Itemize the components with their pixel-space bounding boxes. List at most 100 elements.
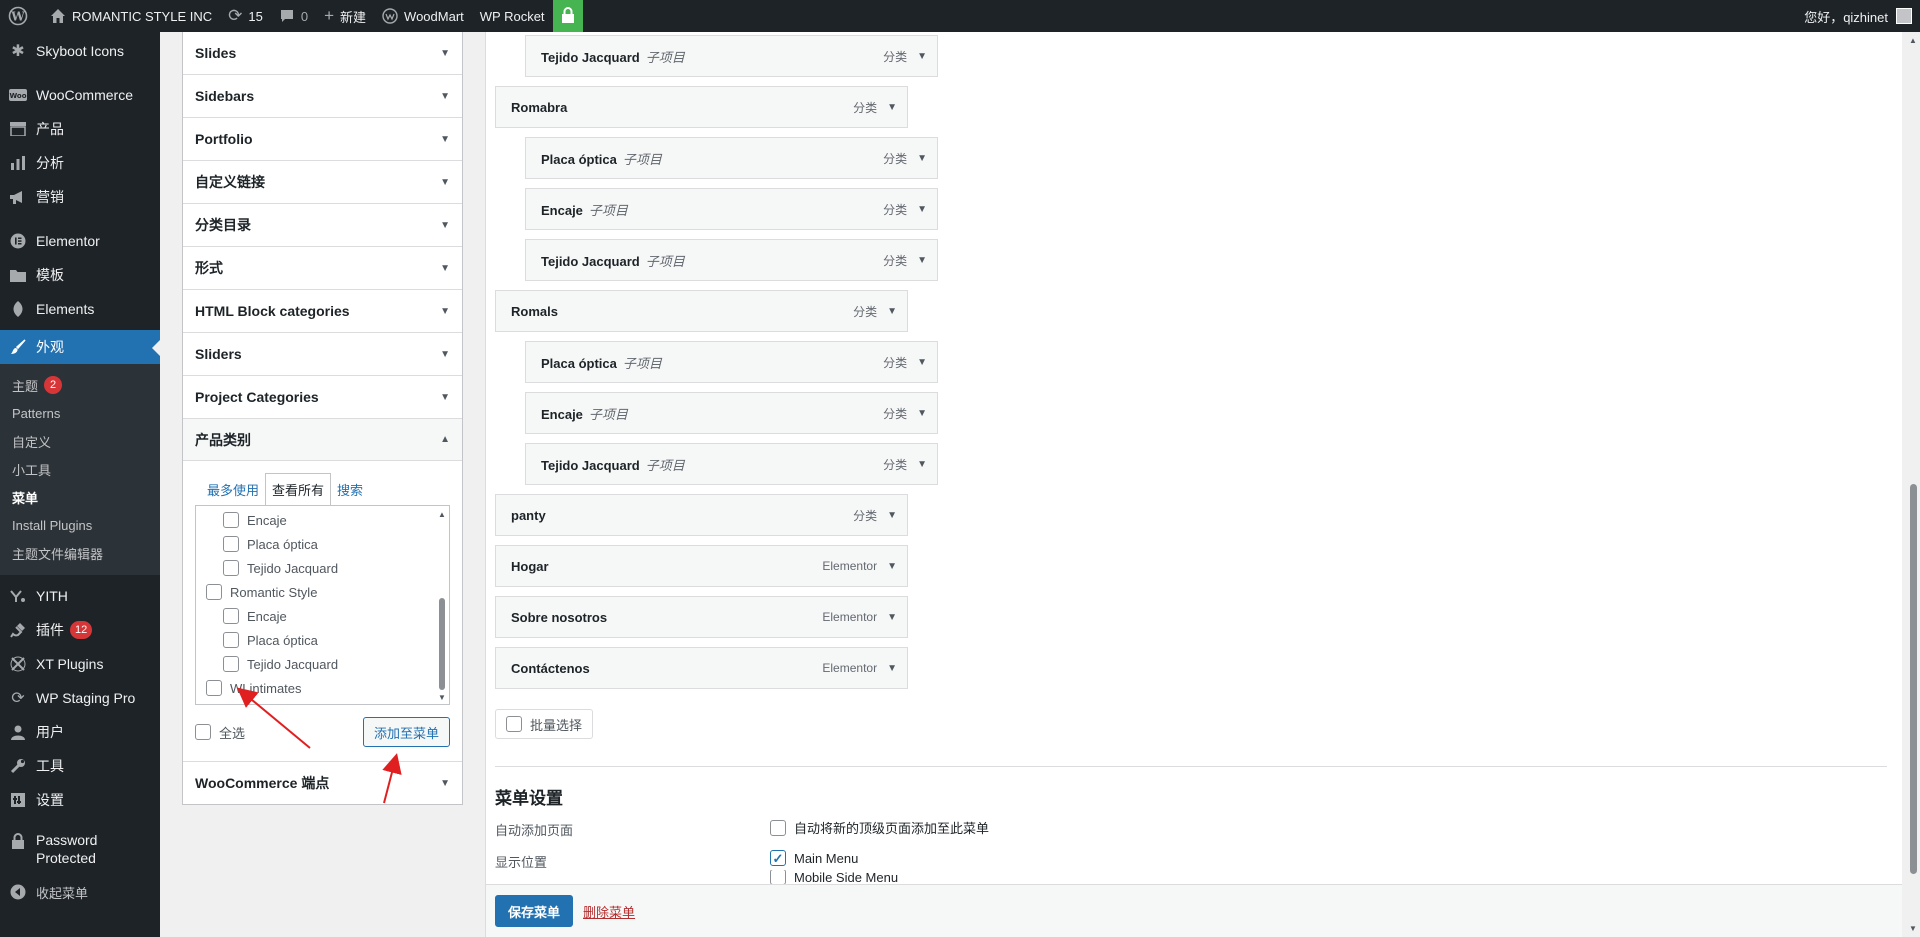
checklist-scrollbar[interactable]: ▲ ▼ [437, 508, 447, 702]
category-checkbox[interactable] [206, 680, 222, 696]
location-mobile-side-menu[interactable]: Mobile Side Menu [770, 870, 898, 884]
menu-products[interactable]: 产品 [0, 112, 160, 146]
submenu-customize[interactable]: 自定义 [0, 427, 160, 455]
auto-add-pages-option[interactable]: 自动将新的顶级页面添加至此菜单 [770, 818, 989, 837]
add-to-menu-button[interactable]: 添加至菜单 [362, 717, 450, 747]
menu-settings[interactable]: 设置 [0, 783, 160, 817]
menu-item[interactable]: Contáctenos Elementor ▼ [495, 647, 908, 689]
category-checkbox[interactable] [223, 608, 239, 624]
comments-link[interactable]: 0 [271, 0, 316, 32]
accordion-section-slides[interactable]: Slides ▼ [183, 32, 462, 75]
caret-down-icon[interactable]: ▼ [917, 255, 927, 266]
list-item[interactable]: Placa óptica [206, 628, 449, 652]
list-item[interactable]: Tejido Jacquard [206, 556, 449, 580]
caret-down-icon[interactable]: ▼ [917, 459, 927, 470]
caret-down-icon[interactable]: ▼ [917, 408, 927, 419]
menu-marketing[interactable]: 营销 [0, 180, 160, 214]
tab-most-used[interactable]: 最多使用 [201, 474, 265, 505]
menu-item[interactable]: Placa óptica 子项目 分类 ▼ [525, 341, 938, 383]
auto-add-pages-checkbox[interactable] [770, 819, 786, 836]
category-checkbox[interactable] [223, 512, 239, 528]
wp-logo-button[interactable]: W [0, 0, 42, 32]
select-all-box[interactable] [195, 724, 211, 740]
menu-item[interactable]: Encaje 子项目 分类 ▼ [525, 188, 938, 230]
menu-users[interactable]: 用户 [0, 715, 160, 749]
updates-link[interactable]: ⟳ 15 [220, 0, 271, 32]
submenu-patterns[interactable]: Patterns [0, 399, 160, 427]
page-scrollbar[interactable]: ▲ ▼ [1906, 32, 1920, 937]
caret-down-icon[interactable]: ▼ [917, 204, 927, 215]
accordion-section-woocommerce-endpoints[interactable]: WooCommerce 端点 ▼ [183, 762, 462, 804]
submenu-themes[interactable]: 主题 2 [0, 371, 160, 399]
menu-skyboot-icons[interactable]: ✱ Skyboot Icons [0, 34, 160, 68]
caret-down-icon[interactable]: ▼ [917, 51, 927, 62]
submenu-menus[interactable]: 菜单 [0, 483, 160, 511]
tab-search[interactable]: 搜索 [331, 474, 369, 505]
list-item[interactable]: WLintimates [206, 676, 449, 700]
menu-item[interactable]: Tejido Jacquard 子项目 分类 ▼ [525, 35, 938, 77]
list-item[interactable]: Romantic Style [206, 580, 449, 604]
location-main-menu[interactable]: Main Menu [770, 850, 858, 866]
submenu-widgets[interactable]: 小工具 [0, 455, 160, 483]
accordion-section-project-categories[interactable]: Project Categories ▼ [183, 376, 462, 419]
collapse-menu-button[interactable]: 收起菜单 [0, 875, 160, 909]
caret-down-icon[interactable]: ▼ [887, 102, 897, 113]
bulk-select-button[interactable]: 批量选择 [495, 709, 594, 739]
menu-elements[interactable]: Elements [0, 292, 160, 326]
menu-item[interactable]: panty 分类 ▼ [495, 494, 908, 536]
product-categories-toggle[interactable]: 产品类别 ▲ [183, 419, 462, 461]
menu-templates[interactable]: 模板 [0, 258, 160, 292]
menu-item[interactable]: Tejido Jacquard 子项目 分类 ▼ [525, 443, 938, 485]
accordion-section-sidebars[interactable]: Sidebars ▼ [183, 75, 462, 118]
save-menu-button[interactable]: 保存菜单 [495, 895, 574, 927]
category-checkbox[interactable] [206, 584, 222, 600]
list-item[interactable]: Tejido Jacquard [206, 652, 449, 676]
menu-elementor[interactable]: Elementor [0, 224, 160, 258]
accordion-section-categories[interactable]: 分类目录 ▼ [183, 204, 462, 247]
menu-item[interactable]: Placa óptica 子项目 分类 ▼ [525, 137, 938, 179]
menu-item[interactable]: Sobre nosotros Elementor ▼ [495, 596, 908, 638]
caret-down-icon[interactable]: ▼ [887, 561, 897, 572]
scrollbar-thumb[interactable] [439, 598, 445, 690]
woodmart-link[interactable]: WoodMart [374, 0, 472, 32]
my-account-link[interactable]: 您好，qizhinet [1804, 0, 1912, 32]
menu-item[interactable]: Romals 分类 ▼ [495, 290, 908, 332]
accordion-section-custom-links[interactable]: 自定义链接 ▼ [183, 161, 462, 204]
menu-woocommerce[interactable]: Woo WooCommerce [0, 78, 160, 112]
submenu-theme-file-editor[interactable]: 主题文件编辑器 [0, 539, 160, 567]
menu-password-protected[interactable]: Password Protected [0, 827, 160, 871]
category-checkbox[interactable] [223, 632, 239, 648]
menu-item[interactable]: Hogar Elementor ▼ [495, 545, 908, 587]
menu-item[interactable]: Romabra 分类 ▼ [495, 86, 908, 128]
accordion-section-formats[interactable]: 形式 ▼ [183, 247, 462, 290]
submenu-install-plugins[interactable]: Install Plugins [0, 511, 160, 539]
menu-xt-plugins[interactable]: XT Plugins [0, 647, 160, 681]
menu-wp-staging-pro[interactable]: ⟳ WP Staging Pro [0, 681, 160, 715]
list-item[interactable]: Encaje [206, 604, 449, 628]
menu-item[interactable]: Tejido Jacquard 子项目 分类 ▼ [525, 239, 938, 281]
menu-tools[interactable]: 工具 [0, 749, 160, 783]
lock-button[interactable] [552, 0, 583, 32]
main-menu-checkbox[interactable] [770, 850, 786, 866]
accordion-section-portfolio[interactable]: Portfolio ▼ [183, 118, 462, 161]
caret-down-icon[interactable]: ▼ [887, 612, 897, 623]
caret-down-icon[interactable]: ▼ [917, 357, 927, 368]
menu-plugins[interactable]: 插件 12 [0, 613, 160, 647]
accordion-section-sliders[interactable]: Sliders ▼ [183, 333, 462, 376]
category-checkbox[interactable] [223, 656, 239, 672]
list-item[interactable]: Encaje [206, 508, 449, 532]
mobile-side-menu-checkbox[interactable] [770, 870, 786, 884]
category-checkbox[interactable] [223, 536, 239, 552]
menu-analytics[interactable]: 分析 [0, 146, 160, 180]
category-checkbox[interactable] [223, 560, 239, 576]
menu-item[interactable]: Encaje 子项目 分类 ▼ [525, 392, 938, 434]
wprocket-link[interactable]: WP Rocket [472, 0, 553, 32]
menu-yith[interactable]: YITH [0, 579, 160, 613]
tab-view-all[interactable]: 查看所有 [265, 473, 332, 506]
caret-down-icon[interactable]: ▼ [887, 663, 897, 674]
caret-down-icon[interactable]: ▼ [887, 510, 897, 521]
site-name-link[interactable]: ROMANTIC STYLE INC [42, 0, 220, 32]
menu-appearance[interactable]: 外观 [0, 330, 160, 364]
select-all-checkbox[interactable]: 全选 [195, 723, 245, 742]
caret-down-icon[interactable]: ▼ [917, 153, 927, 164]
